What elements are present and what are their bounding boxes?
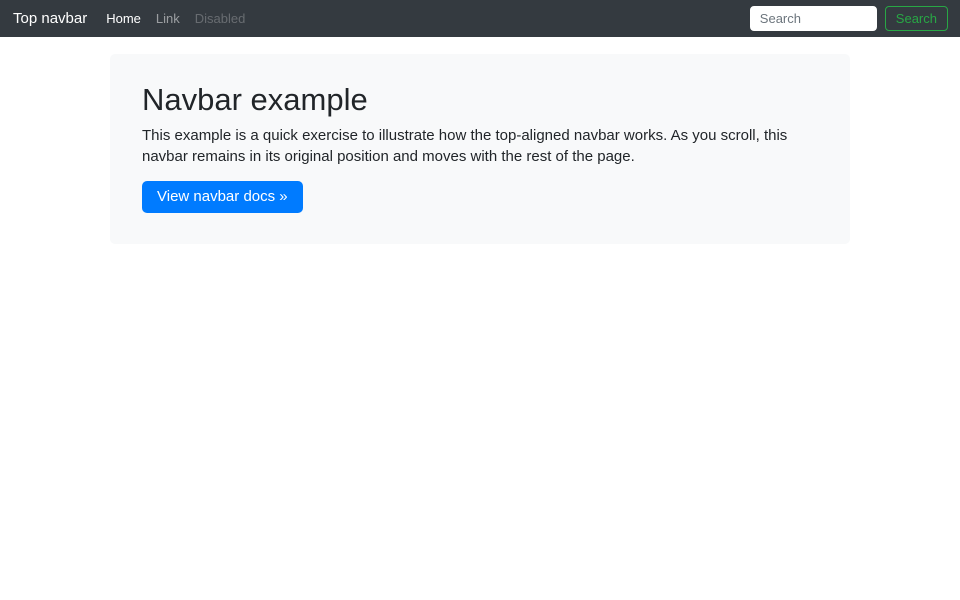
navbar-brand[interactable]: Top navbar	[13, 0, 87, 37]
jumbotron: Navbar example This example is a quick e…	[110, 54, 850, 244]
search-button[interactable]: Search	[884, 6, 948, 31]
navbar-nav: Home Link Disabled	[106, 11, 245, 26]
intro-text: This example is a quick exercise to illu…	[142, 127, 788, 165]
main-container: Navbar example This example is a quick e…	[110, 54, 850, 244]
search-form: Search	[749, 6, 948, 31]
top-navbar: Top navbar Home Link Disabled Search	[0, 0, 960, 37]
nav-item-disabled: Disabled	[194, 11, 246, 26]
view-navbar-docs-button[interactable]: View navbar docs »	[142, 181, 303, 213]
nav-item-link[interactable]: Link	[156, 11, 180, 26]
nav-item-home[interactable]: Home	[106, 11, 141, 26]
page-title: Navbar example	[142, 82, 368, 117]
search-input[interactable]	[749, 6, 877, 31]
